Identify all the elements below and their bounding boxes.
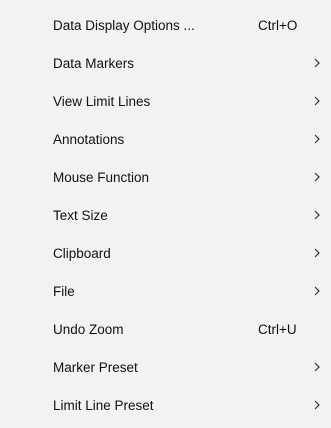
menu-item-label: Undo Zoom <box>53 321 124 337</box>
menu-item-label: Mouse Function <box>53 169 150 185</box>
menu-item-label: Data Markers <box>53 55 135 71</box>
chevron-right-icon <box>313 400 321 410</box>
chevron-right-icon <box>313 58 321 68</box>
chevron-right-icon <box>313 210 321 220</box>
chevron-right-icon <box>313 286 321 296</box>
chevron-right-icon <box>313 248 321 258</box>
menu-item-label: File <box>53 283 75 299</box>
menu-item-clipboard[interactable]: Clipboard <box>0 234 331 272</box>
menu-item-view-limit-lines[interactable]: View Limit Lines <box>0 82 331 120</box>
menu-item-shortcut: Ctrl+U <box>258 321 297 337</box>
chevron-right-icon <box>313 134 321 144</box>
context-menu: Data Display Options ... Ctrl+O Data Mar… <box>0 0 331 428</box>
menu-item-file[interactable]: File <box>0 272 331 310</box>
menu-item-marker-preset[interactable]: Marker Preset <box>0 348 331 386</box>
chevron-right-icon <box>313 172 321 182</box>
menu-item-undo-zoom[interactable]: Undo Zoom Ctrl+U <box>0 310 331 348</box>
chevron-right-icon <box>313 96 321 106</box>
chevron-right-icon <box>313 362 321 372</box>
menu-item-data-markers[interactable]: Data Markers <box>0 44 331 82</box>
menu-item-text-size[interactable]: Text Size <box>0 196 331 234</box>
menu-item-label: Text Size <box>53 207 108 223</box>
menu-item-label: Marker Preset <box>53 359 138 375</box>
menu-item-data-display-options[interactable]: Data Display Options ... Ctrl+O <box>0 6 331 44</box>
menu-item-label: Limit Line Preset <box>53 397 154 413</box>
menu-item-limit-line-preset[interactable]: Limit Line Preset <box>0 386 331 424</box>
menu-item-mouse-function[interactable]: Mouse Function <box>0 158 331 196</box>
menu-item-label: View Limit Lines <box>53 93 151 109</box>
menu-item-label: Clipboard <box>53 245 111 261</box>
menu-item-shortcut: Ctrl+O <box>258 17 298 33</box>
menu-item-label: Annotations <box>53 131 125 147</box>
menu-item-annotations[interactable]: Annotations <box>0 120 331 158</box>
menu-item-label: Data Display Options ... <box>53 17 195 33</box>
